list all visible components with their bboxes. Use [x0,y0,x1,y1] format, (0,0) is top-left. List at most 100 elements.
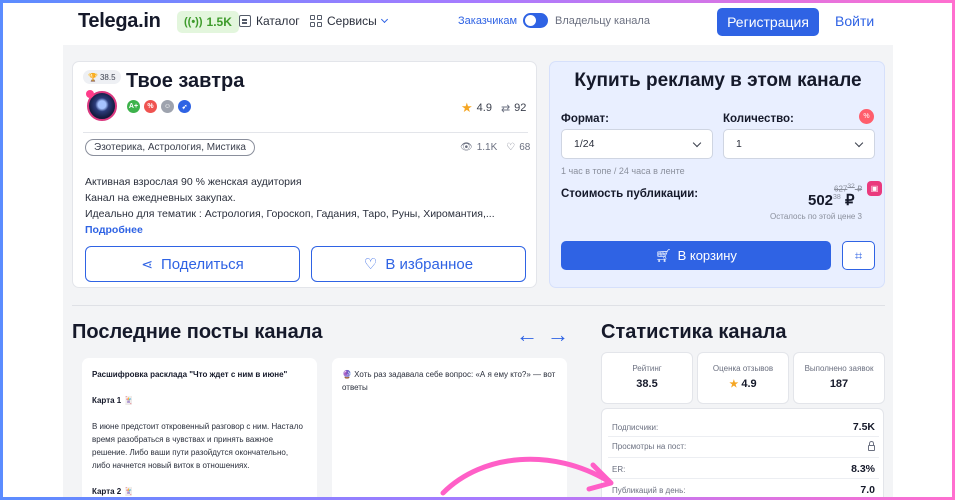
chevron-down-icon [854,138,864,147]
stat-completed-orders: Выполнено заявок 187 [793,352,885,404]
subscribers-chip-value: 38.5 [99,72,116,82]
nav-services-label: Сервисы [327,14,377,28]
more-link[interactable]: Подробнее [85,224,143,236]
post-body: В июне предстоит откровенный разговор с … [92,422,303,470]
buy-card-title: Купить рекламу в этом канале [574,70,862,91]
channel-badges: A+ % ☺ ➶ [127,100,191,113]
stat-review-score: Оценка отзывов ★ 4.9 [697,352,789,404]
views-row: 👁 1.1K ♡ 68 [460,142,530,153]
stat-value: ★ 4.9 [729,378,757,390]
subscribers-chip: 🏆 38.5 [83,70,121,84]
chevron-down-icon [380,15,388,24]
login-link[interactable]: Войти [835,13,874,29]
share-button[interactable]: ⋖ Поделиться [85,246,300,282]
post-body: 🔮 Хоть раз задавала себе вопрос: «А я ем… [342,370,556,392]
description-line: Идеально для тематик : Астрология, Горос… [85,208,495,220]
share-label: Поделиться [160,255,244,273]
role-toggle[interactable] [523,13,548,28]
broadcast-icon: ((•)) [184,16,203,28]
site-logo[interactable]: Telega.in [78,10,161,33]
reposts-value: 92 [514,102,527,114]
lock-icon[interactable] [868,441,875,451]
favorite-label: В избранное [385,255,474,273]
post-card-label: Карта 1 🃏 [92,396,134,405]
bag-icon[interactable]: ▣ [867,181,882,196]
quality-badge-icon[interactable]: A+ [127,100,140,113]
add-to-cart-label: В корзину [677,248,737,263]
qr-code-button[interactable]: ⌗ [842,241,875,270]
remaining-note: Осталось по этой цене 3 [770,212,862,221]
qr-code-icon: ⌗ [854,247,863,263]
star-icon: ★ [461,100,473,115]
price-label: Стоимость публикации: [561,188,699,200]
stat-label: Выполнено заявок [804,364,874,373]
arrow-left-icon[interactable]: ← [516,322,538,348]
stat-row-views: Просмотры на пост: [612,441,875,451]
rating-row: ★ 4.9 ⇄ 92 [461,100,526,116]
audience-badge-icon[interactable]: ☺ [161,100,174,113]
card-divider [83,132,528,133]
add-to-cart-button[interactable]: 🛒︎ В корзину [561,241,831,270]
views-value: 1.1K [476,142,498,153]
category-tags[interactable]: Эзотерика, Астрология, Мистика [85,139,255,156]
format-hint: 1 час в топе / 24 часа в ленте [561,166,685,176]
toggle-owner-label[interactable]: Владельцу канала [555,15,650,27]
quantity-label: Количество: [723,113,794,125]
quantity-select-value: 1 [736,138,742,150]
channel-card: 🏆 38.5 Твое завтра A+ % ☺ ➶ ★ 4.9 ⇄ 92 Э… [72,61,537,288]
discount-badge-icon[interactable]: % [144,100,157,113]
row-divider [608,436,879,437]
channel-avatar[interactable] [86,90,117,121]
page-frame: Telega.in ((•)) 1.5K Каталог Сервисы Зак… [3,3,952,497]
pink-arrow-decoration [440,456,614,496]
buy-ad-card: Купить рекламу в этом канале Формат: Кол… [549,61,885,288]
arrow-right-icon[interactable]: → [547,322,569,348]
register-button[interactable]: Регистрация [717,8,819,36]
online-badge: ((•)) 1.5K [177,11,239,33]
nav-catalog-label: Каталог [256,14,300,28]
channel-description: Активная взрослая 90 % женская аудитория… [85,174,515,222]
description-line: Активная взрослая 90 % женская аудитория [85,176,302,188]
rating-value: 4.9 [476,102,492,114]
description-line: Канал на ежедневных закупах. [85,192,236,204]
format-select[interactable]: 1/24 [561,129,713,159]
nav-catalog[interactable]: Каталог [239,14,300,28]
likes-value: 68 [519,142,531,153]
stat-row-subscribers: Подписчики: 7.5K [612,421,875,433]
stat-rating: Рейтинг 38.5 [601,352,693,404]
row-divider [608,457,879,458]
post-card-label: Карта 2 🃏 [92,487,134,496]
rocket-badge-icon[interactable]: ➶ [178,100,191,113]
nav-services[interactable]: Сервисы [310,14,388,28]
catalog-icon [239,15,251,27]
row-divider [608,478,879,479]
stat-label: Оценка отзывов [712,364,774,373]
trophy-icon: 🏆 [88,72,98,82]
stat-row-er: ER: 8.3% [612,463,875,475]
stat-value: 38.5 [636,378,658,390]
section-separator [72,305,885,306]
star-icon: ★ [729,379,739,390]
post-heading: Расшифровка расклада "Что ждет с ним в и… [92,370,288,379]
quantity-select[interactable]: 1 [723,129,875,159]
eye-icon: 👁 [460,142,473,153]
stats-section-title: Статистика канала [601,321,787,343]
top-header: Telega.in ((•)) 1.5K Каталог Сервисы Зак… [3,3,952,45]
repost-icon: ⇄ [500,102,511,115]
post-card[interactable]: Расшифровка расклада "Что ждет с ним в и… [82,358,317,497]
heart-outline-icon: ♡ [363,256,378,273]
cart-icon: 🛒︎ [655,247,672,263]
stat-value: 187 [829,378,849,390]
online-count: 1.5K [206,15,232,29]
discount-icon[interactable]: % [859,109,874,124]
toggle-customers-label[interactable]: Заказчикам [458,15,517,27]
channel-title: Твое завтра [126,70,245,92]
share-icon: ⋖ [141,255,153,272]
format-label: Формат: [561,113,609,125]
posts-section-title: Последние посты канала [72,321,323,343]
chevron-down-icon [692,138,702,147]
favorite-button[interactable]: ♡ В избранное [311,246,526,282]
format-select-value: 1/24 [574,138,595,150]
stat-label: Рейтинг [632,364,662,373]
services-grid-icon [310,15,322,27]
